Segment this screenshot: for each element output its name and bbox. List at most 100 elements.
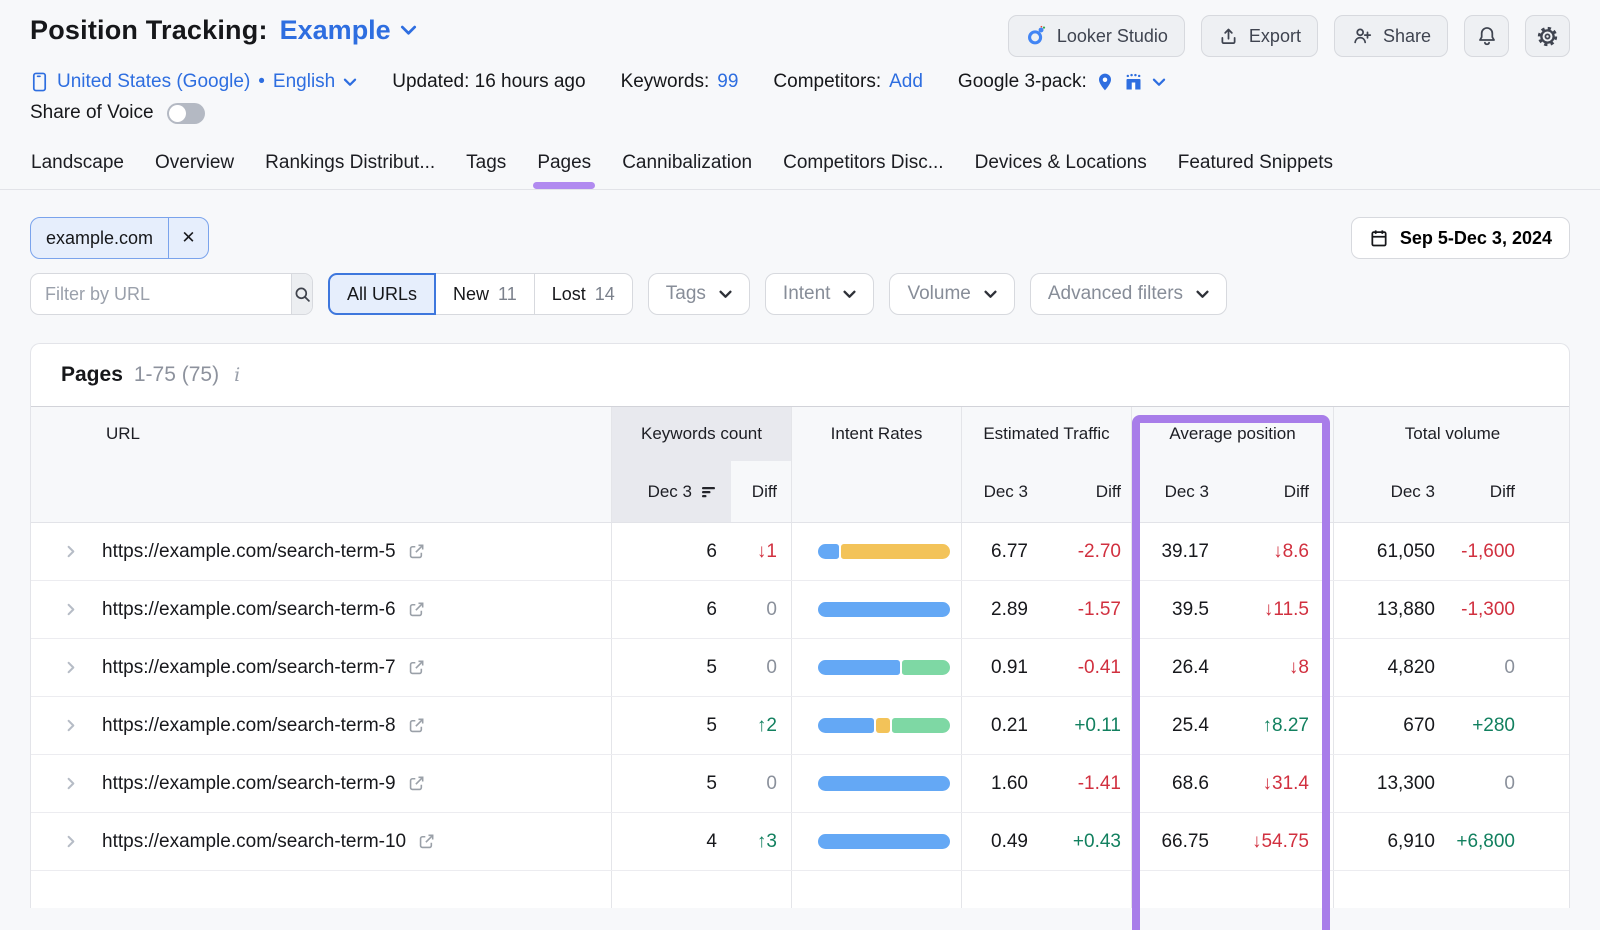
intent-rates-bar (818, 718, 950, 733)
external-link-icon[interactable] (407, 774, 426, 793)
page-url-link[interactable]: https://example.com/search-term-5 (102, 541, 396, 563)
keywords-count-value: 6 (611, 523, 731, 580)
advanced-filters-dropdown[interactable]: Advanced filters (1030, 273, 1227, 315)
expand-row-chevron-icon[interactable] (63, 544, 78, 559)
keywords-count-link[interactable]: 99 (717, 71, 738, 93)
competitors-add-link[interactable]: Add (889, 71, 923, 93)
expand-row-chevron-icon[interactable] (63, 834, 78, 849)
segment-all-urls[interactable]: All URLs (328, 273, 436, 315)
tab-overview[interactable]: Overview (154, 148, 235, 189)
column-header-intent-rates[interactable]: Intent Rates (791, 407, 961, 461)
table-title: Pages (61, 363, 123, 387)
segment-new[interactable]: New11 (436, 273, 535, 315)
notifications-button[interactable] (1464, 15, 1509, 57)
chip-close-icon[interactable]: ✕ (168, 218, 208, 258)
subheader-traffic-date[interactable]: Dec 3 (961, 461, 1056, 522)
segment-new-label: New (453, 284, 489, 305)
settings-button[interactable] (1525, 15, 1570, 57)
keywords-count-meta: Keywords: 99 (621, 71, 739, 93)
toggle-knob (169, 105, 186, 122)
external-link-icon[interactable] (417, 832, 436, 851)
export-label: Export (1249, 26, 1301, 47)
external-link-icon[interactable] (407, 542, 426, 561)
tab-pages[interactable]: Pages (536, 148, 592, 189)
map-pin-icon[interactable] (1095, 71, 1115, 93)
estimated-traffic-diff: -2.70 (1056, 523, 1131, 580)
column-header-url[interactable]: URL (31, 407, 611, 461)
looker-studio-button[interactable]: Looker Studio (1008, 15, 1185, 57)
subheader-position-date[interactable]: Dec 3 (1131, 461, 1231, 522)
estimated-traffic-diff: -1.57 (1056, 581, 1131, 638)
keywords-count-diff: 0 (731, 581, 791, 638)
page-url-link[interactable]: https://example.com/search-term-8 (102, 715, 396, 737)
page-url-link[interactable]: https://example.com/search-term-7 (102, 657, 396, 679)
expand-row-chevron-icon[interactable] (63, 660, 78, 675)
location-language-selector[interactable]: United States (Google) • English (30, 71, 357, 93)
share-of-voice-toggle[interactable] (167, 103, 205, 124)
info-icon[interactable]: i (230, 364, 244, 386)
subheader-volume-date[interactable]: Dec 3 (1333, 461, 1461, 522)
average-position-diff: ↓8.6 (1231, 523, 1333, 580)
column-header-keywords-count[interactable]: Keywords count (611, 407, 791, 461)
date-label: Dec 3 (648, 482, 692, 502)
pages-table-card: Pages 1-75 (75) i URL Keywords count Int… (30, 343, 1570, 908)
keywords-count-value: 5 (611, 639, 731, 696)
segment-lost[interactable]: Lost14 (535, 273, 633, 315)
page-url-link[interactable]: https://example.com/search-term-9 (102, 773, 396, 795)
looker-studio-label: Looker Studio (1057, 26, 1168, 47)
average-position-diff: ↓8 (1231, 639, 1333, 696)
average-position-diff: ↓31.4 (1231, 755, 1333, 812)
page-url-link[interactable]: https://example.com/search-term-6 (102, 599, 396, 621)
keywords-count-value: 6 (611, 581, 731, 638)
subheader-keywords-diff[interactable]: Diff (731, 461, 791, 522)
column-header-average-position[interactable]: Average position (1131, 407, 1333, 461)
volume-dropdown[interactable]: Volume (889, 273, 1014, 315)
external-link-icon[interactable] (407, 600, 426, 619)
tab-competitors-discovery[interactable]: Competitors Disc... (782, 148, 944, 189)
intent-rates-bar (818, 834, 950, 849)
tab-cannibalization[interactable]: Cannibalization (621, 148, 753, 189)
estimated-traffic-value: 6.77 (961, 523, 1056, 580)
share-of-voice-label: Share of Voice (30, 102, 154, 124)
location-label[interactable]: United States (Google) (57, 71, 250, 93)
table-header-groups: URL Keywords count Intent Rates Estimate… (31, 406, 1569, 461)
local-business-icon[interactable] (1123, 72, 1144, 93)
tab-tags[interactable]: Tags (465, 148, 507, 189)
subheader-traffic-diff[interactable]: Diff (1056, 461, 1131, 522)
url-filter-input[interactable] (31, 274, 291, 314)
share-button[interactable]: Share (1334, 15, 1448, 57)
subheader-volume-diff[interactable]: Diff (1461, 461, 1571, 522)
device-icon (30, 71, 49, 93)
subheader-keywords-date[interactable]: Dec 3 (611, 461, 731, 522)
column-header-total-volume[interactable]: Total volume (1333, 407, 1571, 461)
expand-row-chevron-icon[interactable] (63, 776, 78, 791)
filters-area: example.com ✕ Sep 5-Dec 3, 2024 All URLs… (0, 217, 1600, 315)
intent-rates-bar (818, 602, 950, 617)
external-link-icon[interactable] (407, 716, 426, 735)
project-meta-row: United States (Google) • English Updated… (30, 71, 1570, 93)
chevron-down-icon[interactable] (1152, 78, 1166, 87)
expand-row-chevron-icon[interactable] (63, 718, 78, 733)
language-label[interactable]: English (273, 71, 335, 93)
column-header-estimated-traffic[interactable]: Estimated Traffic (961, 407, 1131, 461)
tags-dropdown-label: Tags (666, 283, 706, 305)
search-button[interactable] (291, 274, 312, 314)
tab-featured-snippets[interactable]: Featured Snippets (1177, 148, 1334, 189)
export-button[interactable]: Export (1201, 15, 1318, 57)
tab-rankings-distribution[interactable]: Rankings Distribut... (264, 148, 436, 189)
subheader-position-diff[interactable]: Diff (1231, 461, 1333, 522)
expand-row-chevron-icon[interactable] (63, 602, 78, 617)
tab-landscape[interactable]: Landscape (30, 148, 125, 189)
external-link-icon[interactable] (407, 658, 426, 677)
table-row-partial (31, 871, 1569, 908)
tab-devices-locations[interactable]: Devices & Locations (974, 148, 1148, 189)
keywords-count-diff: 0 (731, 639, 791, 696)
project-name[interactable]: Example (280, 15, 391, 46)
date-range-picker[interactable]: Sep 5-Dec 3, 2024 (1351, 217, 1570, 259)
keywords-count-value: 5 (611, 755, 731, 812)
tags-dropdown[interactable]: Tags (648, 273, 750, 315)
project-selector[interactable]: Example (280, 15, 417, 46)
page-url-link[interactable]: https://example.com/search-term-10 (102, 831, 406, 853)
intent-dropdown[interactable]: Intent (765, 273, 875, 315)
table-row: https://example.com/search-term-10 4 ↑3 … (31, 813, 1569, 871)
